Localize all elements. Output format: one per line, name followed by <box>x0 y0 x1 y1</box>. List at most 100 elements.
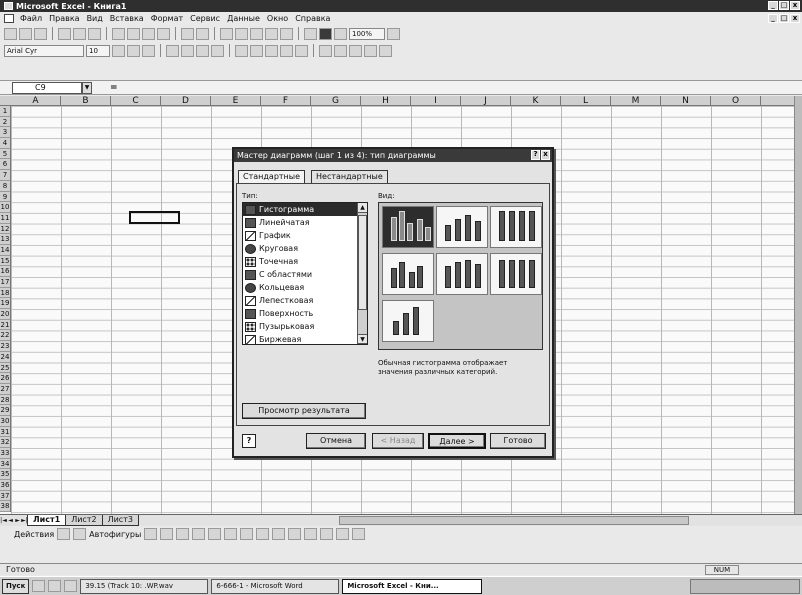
chart-type-list-scrollbar[interactable]: ▲ ▼ <box>357 203 367 344</box>
column-header[interactable]: A <box>11 96 61 106</box>
3d-icon[interactable] <box>352 528 366 540</box>
font-name-combo[interactable]: Arial Cyr <box>4 44 84 57</box>
draw-actions-menu[interactable]: Действия <box>14 530 54 539</box>
taskbar-item-word[interactable]: 6-666-1 - Microsoft Word <box>211 578 340 594</box>
free-rotate-icon[interactable] <box>73 528 87 540</box>
spelling-icon[interactable] <box>88 27 101 40</box>
row-header[interactable]: 26 <box>0 373 10 384</box>
chart-type-item[interactable]: С областями <box>243 268 357 281</box>
scroll-down-icon[interactable]: ▼ <box>358 334 367 344</box>
quick-launch-icon[interactable] <box>48 580 62 592</box>
finish-button[interactable]: Готово <box>490 433 546 449</box>
row-header[interactable]: 1 <box>0 106 10 117</box>
scroll-thumb[interactable] <box>358 215 367 310</box>
row-header[interactable]: 14 <box>0 245 10 256</box>
taskbar-item-excel[interactable]: Microsoft Excel - Кни... <box>342 578 483 594</box>
next-sheet-button[interactable]: ► <box>14 516 21 525</box>
dialog-help-button[interactable]: ? <box>531 150 540 160</box>
subtype-3d-clustered-column[interactable] <box>382 253 434 295</box>
autoshapes-menu[interactable]: Автофигуры <box>89 530 141 539</box>
function-icon[interactable] <box>250 27 263 40</box>
formula-equals[interactable]: = <box>110 83 118 93</box>
new-icon[interactable] <box>4 27 17 40</box>
row-header[interactable]: 24 <box>0 352 10 363</box>
row-header[interactable]: 37 <box>0 491 10 502</box>
shadow-icon[interactable] <box>336 528 350 540</box>
chevron-down-icon[interactable]: ▼ <box>82 81 92 94</box>
vertical-scrollbar[interactable] <box>794 96 802 514</box>
column-header[interactable]: I <box>411 96 461 106</box>
column-header[interactable]: H <box>361 96 411 106</box>
row-header[interactable]: 6 <box>0 159 10 171</box>
column-header[interactable]: K <box>511 96 561 106</box>
close-button[interactable]: x <box>790 1 800 10</box>
subtype-stacked-column[interactable] <box>436 206 488 248</box>
office-assistant-help-button[interactable]: ? <box>242 434 256 448</box>
name-box[interactable]: C9 <box>12 81 82 94</box>
row-header[interactable]: 22 <box>0 330 10 342</box>
column-header[interactable]: O <box>711 96 761 106</box>
print-preview-icon[interactable] <box>73 27 86 40</box>
horizontal-scrollbar[interactable] <box>338 516 689 525</box>
column-header[interactable]: E <box>211 96 261 106</box>
preview-result-button[interactable]: Просмотр результата <box>242 403 366 419</box>
row-header[interactable]: 15 <box>0 256 10 267</box>
chart-type-item[interactable]: График <box>243 229 357 242</box>
merge-center-icon[interactable] <box>211 44 224 57</box>
row-header[interactable]: 12 <box>0 224 10 235</box>
quick-launch-icon[interactable] <box>64 580 78 592</box>
back-button[interactable]: < Назад <box>372 433 424 449</box>
row-header[interactable]: 17 <box>0 277 10 288</box>
active-cell[interactable] <box>129 211 180 224</box>
row-header[interactable]: 3 <box>0 127 10 139</box>
format-painter-icon[interactable] <box>157 27 170 40</box>
workbook-restore-button[interactable]: □ <box>779 14 789 23</box>
decrease-decimal-icon[interactable] <box>295 44 308 57</box>
font-color-icon[interactable] <box>379 44 392 57</box>
row-header[interactable]: 11 <box>0 213 10 224</box>
start-button[interactable]: Пуск <box>2 578 30 594</box>
tab-custom[interactable]: Нестандартные <box>311 170 388 183</box>
subtype-3d-stacked-column[interactable] <box>436 253 488 295</box>
align-right-icon[interactable] <box>196 44 209 57</box>
underline-icon[interactable] <box>142 44 155 57</box>
row-header[interactable]: 10 <box>0 202 10 213</box>
line-color-icon[interactable] <box>256 528 270 540</box>
quick-launch-icon[interactable] <box>32 580 46 592</box>
row-header[interactable]: 19 <box>0 298 10 310</box>
draw-fill-color-icon[interactable] <box>240 528 254 540</box>
increase-indent-icon[interactable] <box>334 44 347 57</box>
excel-app-icon[interactable] <box>4 2 13 10</box>
menu-edit[interactable]: Правка <box>49 14 79 23</box>
align-center-icon[interactable] <box>181 44 194 57</box>
line-icon[interactable] <box>144 528 158 540</box>
cut-icon[interactable] <box>112 27 125 40</box>
row-header[interactable]: 4 <box>0 138 10 149</box>
column-header[interactable]: D <box>161 96 211 106</box>
restore-button[interactable]: □ <box>779 1 789 10</box>
menu-file[interactable]: Файл <box>20 14 42 23</box>
dialog-close-button[interactable]: x <box>541 150 550 160</box>
dash-style-icon[interactable] <box>304 528 318 540</box>
row-header[interactable]: 28 <box>0 395 10 406</box>
scroll-up-icon[interactable]: ▲ <box>358 203 367 213</box>
column-header[interactable]: C <box>111 96 161 106</box>
draw-font-color-icon[interactable] <box>272 528 286 540</box>
paste-icon[interactable] <box>142 27 155 40</box>
row-header[interactable]: 23 <box>0 341 10 352</box>
cancel-button[interactable]: Отмена <box>306 433 366 449</box>
menu-tools[interactable]: Сервис <box>190 14 220 23</box>
subtype-3d-100-stacked-column[interactable] <box>490 253 542 295</box>
row-header[interactable]: 29 <box>0 405 10 416</box>
first-sheet-button[interactable]: |◄ <box>0 516 7 525</box>
rectangle-icon[interactable] <box>176 528 190 540</box>
comma-style-icon[interactable] <box>265 44 278 57</box>
undo-icon[interactable] <box>181 27 194 40</box>
row-header[interactable]: 33 <box>0 448 10 459</box>
tab-standard[interactable]: Стандартные <box>238 170 306 183</box>
menu-window[interactable]: Окно <box>267 14 288 23</box>
row-header[interactable]: 21 <box>0 320 10 331</box>
row-header[interactable]: 38 <box>0 501 10 513</box>
hyperlink-icon[interactable] <box>220 27 233 40</box>
row-header[interactable]: 2 <box>0 117 10 128</box>
